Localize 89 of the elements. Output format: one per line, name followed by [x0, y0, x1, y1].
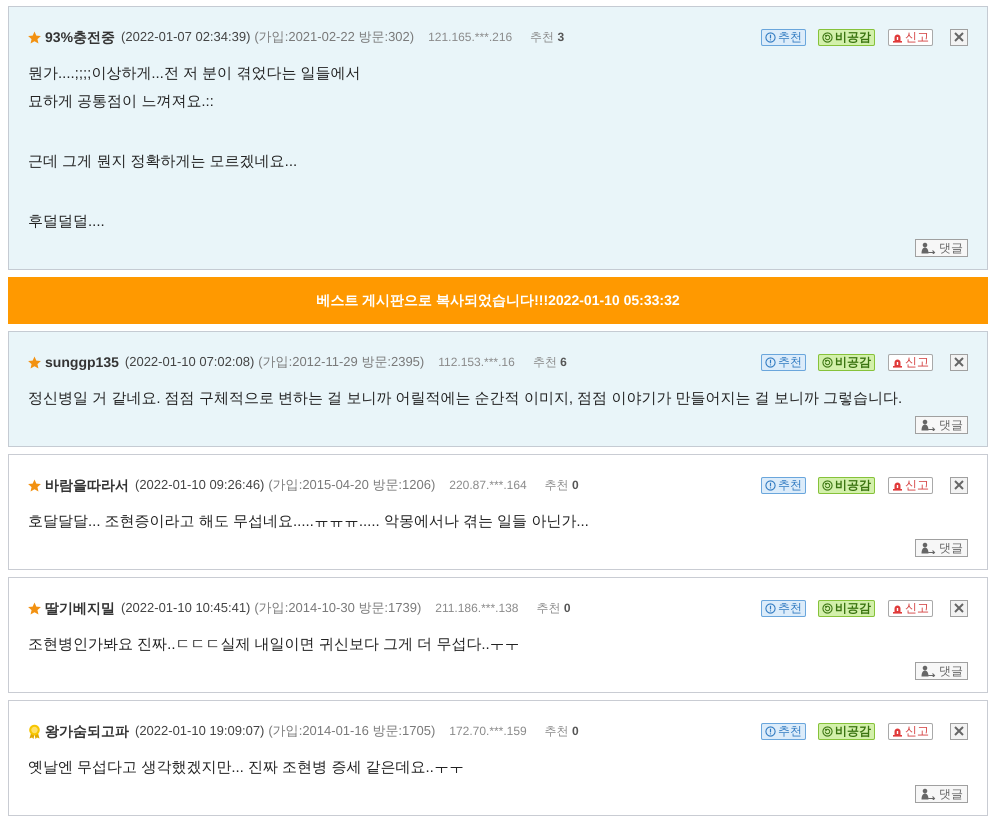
member-info: (가입:2012-11-29 방문:2395): [258, 353, 424, 372]
report-button[interactable]: 신고: [888, 600, 933, 616]
member-info: (가입:2014-01-16 방문:1705): [268, 722, 436, 740]
recommend-count: 추천 6: [532, 354, 567, 371]
info-circle-icon: [765, 480, 776, 490]
refresh-circle-icon: [822, 480, 833, 490]
dislike-button[interactable]: 비공감: [818, 722, 875, 740]
comment-date: (2022-01-07 02:34:39): [121, 28, 250, 46]
close-button[interactable]: [950, 28, 968, 46]
comment-text: 후덜덜덜....: [28, 212, 105, 232]
recommend-button[interactable]: 추천: [761, 722, 806, 740]
reply-button[interactable]: 댓글: [915, 662, 968, 680]
report-button[interactable]: 신고: [888, 476, 933, 494]
info-circle-icon: [765, 726, 776, 736]
comment-date: (2022-01-10 07:02:08): [124, 353, 254, 372]
refresh-circle-icon: [822, 32, 833, 42]
star-icon: [28, 30, 41, 44]
recommend-count: 추천 0: [544, 723, 579, 740]
person-arrow-icon: [920, 665, 936, 677]
ip-address: 121.165.***.216: [428, 29, 512, 46]
author-name[interactable]: sunggp135: [45, 352, 119, 372]
star-icon: [28, 356, 41, 368]
siren-icon: [892, 602, 903, 614]
notice-text: 베스트 게시판으로 복사되었습니다!!!2022-01-10 05:33:32: [316, 291, 680, 310]
author-name[interactable]: 왕가숨되고파: [45, 720, 129, 742]
close-button[interactable]: [950, 600, 968, 616]
author-name[interactable]: 93%충전중: [45, 26, 116, 48]
medal-icon: [28, 724, 41, 738]
comment-text: 정신병일 거 같네요. 점점 구체적으로 변하는 걸 보니까 어릴적에는 순간적 이미지, 점점 이야기가 만들어지는 걸 보니까 그렇습니다.: [28, 389, 902, 409]
person-arrow-icon: [920, 242, 936, 254]
member-info: (가입:2015-04-20 방문:1206): [268, 476, 436, 494]
comment-text: 뭔가....;;;;이상하게...전 저 분이 겪었다는 일들에서: [28, 64, 361, 84]
person-arrow-icon: [920, 788, 936, 800]
refresh-circle-icon: [822, 356, 833, 368]
recommend-count: 추천 0: [544, 477, 579, 494]
report-button[interactable]: 신고: [888, 28, 933, 46]
comment-text: 근데 그게 뭔지 정확하게는 모르겠네요...: [28, 152, 298, 172]
comment-date: (2022-01-10 10:45:41): [121, 599, 250, 618]
dislike-button[interactable]: 비공감: [818, 476, 875, 494]
recommend-button[interactable]: 추천: [761, 354, 806, 370]
author-name[interactable]: 바람을따라서: [45, 474, 129, 496]
person-arrow-icon: [920, 419, 936, 431]
close-icon: [954, 357, 964, 367]
close-icon: [954, 726, 964, 736]
ip-address: 220.87.***.164: [449, 477, 527, 494]
refresh-circle-icon: [822, 602, 833, 614]
recommend-count: 추천 0: [536, 600, 571, 617]
recommend-button[interactable]: 추천: [761, 600, 806, 616]
dislike-button[interactable]: 비공감: [818, 354, 875, 370]
person-arrow-icon: [920, 542, 936, 554]
reply-button[interactable]: 댓글: [915, 416, 968, 434]
member-info: (가입:2014-10-30 방문:1739): [254, 599, 422, 618]
ip-address: 172.70.***.159: [449, 723, 527, 740]
dislike-button[interactable]: 비공감: [818, 600, 875, 616]
reply-button[interactable]: 댓글: [915, 785, 968, 803]
recommend-count: 추천 3: [530, 29, 564, 46]
comment-text: 묘하게 공통점이 느껴져요.::: [28, 92, 214, 112]
comment-text: 조현병인가봐요 진짜..ㄷㄷㄷ실제 내일이면 귀신보다 그게 더 무섭다..ㅜㅜ: [28, 635, 520, 655]
member-info: (가입:2021-02-22 방문:302): [254, 28, 414, 46]
close-icon: [954, 480, 964, 490]
info-circle-icon: [765, 602, 776, 614]
recommend-button[interactable]: 추천: [761, 476, 806, 494]
siren-icon: [892, 480, 903, 490]
info-circle-icon: [765, 356, 776, 368]
comment-date: (2022-01-10 09:26:46): [135, 476, 264, 494]
report-button[interactable]: 신고: [888, 354, 933, 370]
star-icon: [28, 602, 41, 614]
siren-icon: [892, 356, 903, 368]
refresh-circle-icon: [822, 726, 833, 736]
close-icon: [954, 32, 964, 42]
ip-address: 112.153.***.16: [438, 354, 515, 371]
close-icon: [954, 603, 964, 613]
close-button[interactable]: [950, 354, 968, 370]
comment-text: 호달달달... 조현증이라고 해도 무섭네요.....ㅠㅠㅠ..... 악몽에서나 겪는 일들 아닌가...: [28, 512, 589, 532]
close-button[interactable]: [950, 476, 968, 494]
report-button[interactable]: 신고: [888, 722, 933, 740]
comment-text: 옛날엔 무섭다고 생각했겠지만... 진짜 조현병 증세 같은데요..ㅜㅜ: [28, 758, 464, 778]
comment-date: (2022-01-10 19:09:07): [135, 722, 264, 740]
siren-icon: [892, 32, 903, 42]
ip-address: 211.186.***.138: [435, 600, 518, 617]
star-icon: [28, 478, 41, 492]
dislike-button[interactable]: 비공감: [818, 28, 875, 46]
close-button[interactable]: [950, 722, 968, 740]
info-circle-icon: [765, 32, 776, 42]
siren-icon: [892, 726, 903, 736]
reply-button[interactable]: 댓글: [915, 539, 968, 557]
recommend-button[interactable]: 추천: [761, 28, 806, 46]
reply-button[interactable]: 댓글: [915, 239, 968, 257]
author-name[interactable]: 딸기베지밀: [45, 598, 115, 618]
